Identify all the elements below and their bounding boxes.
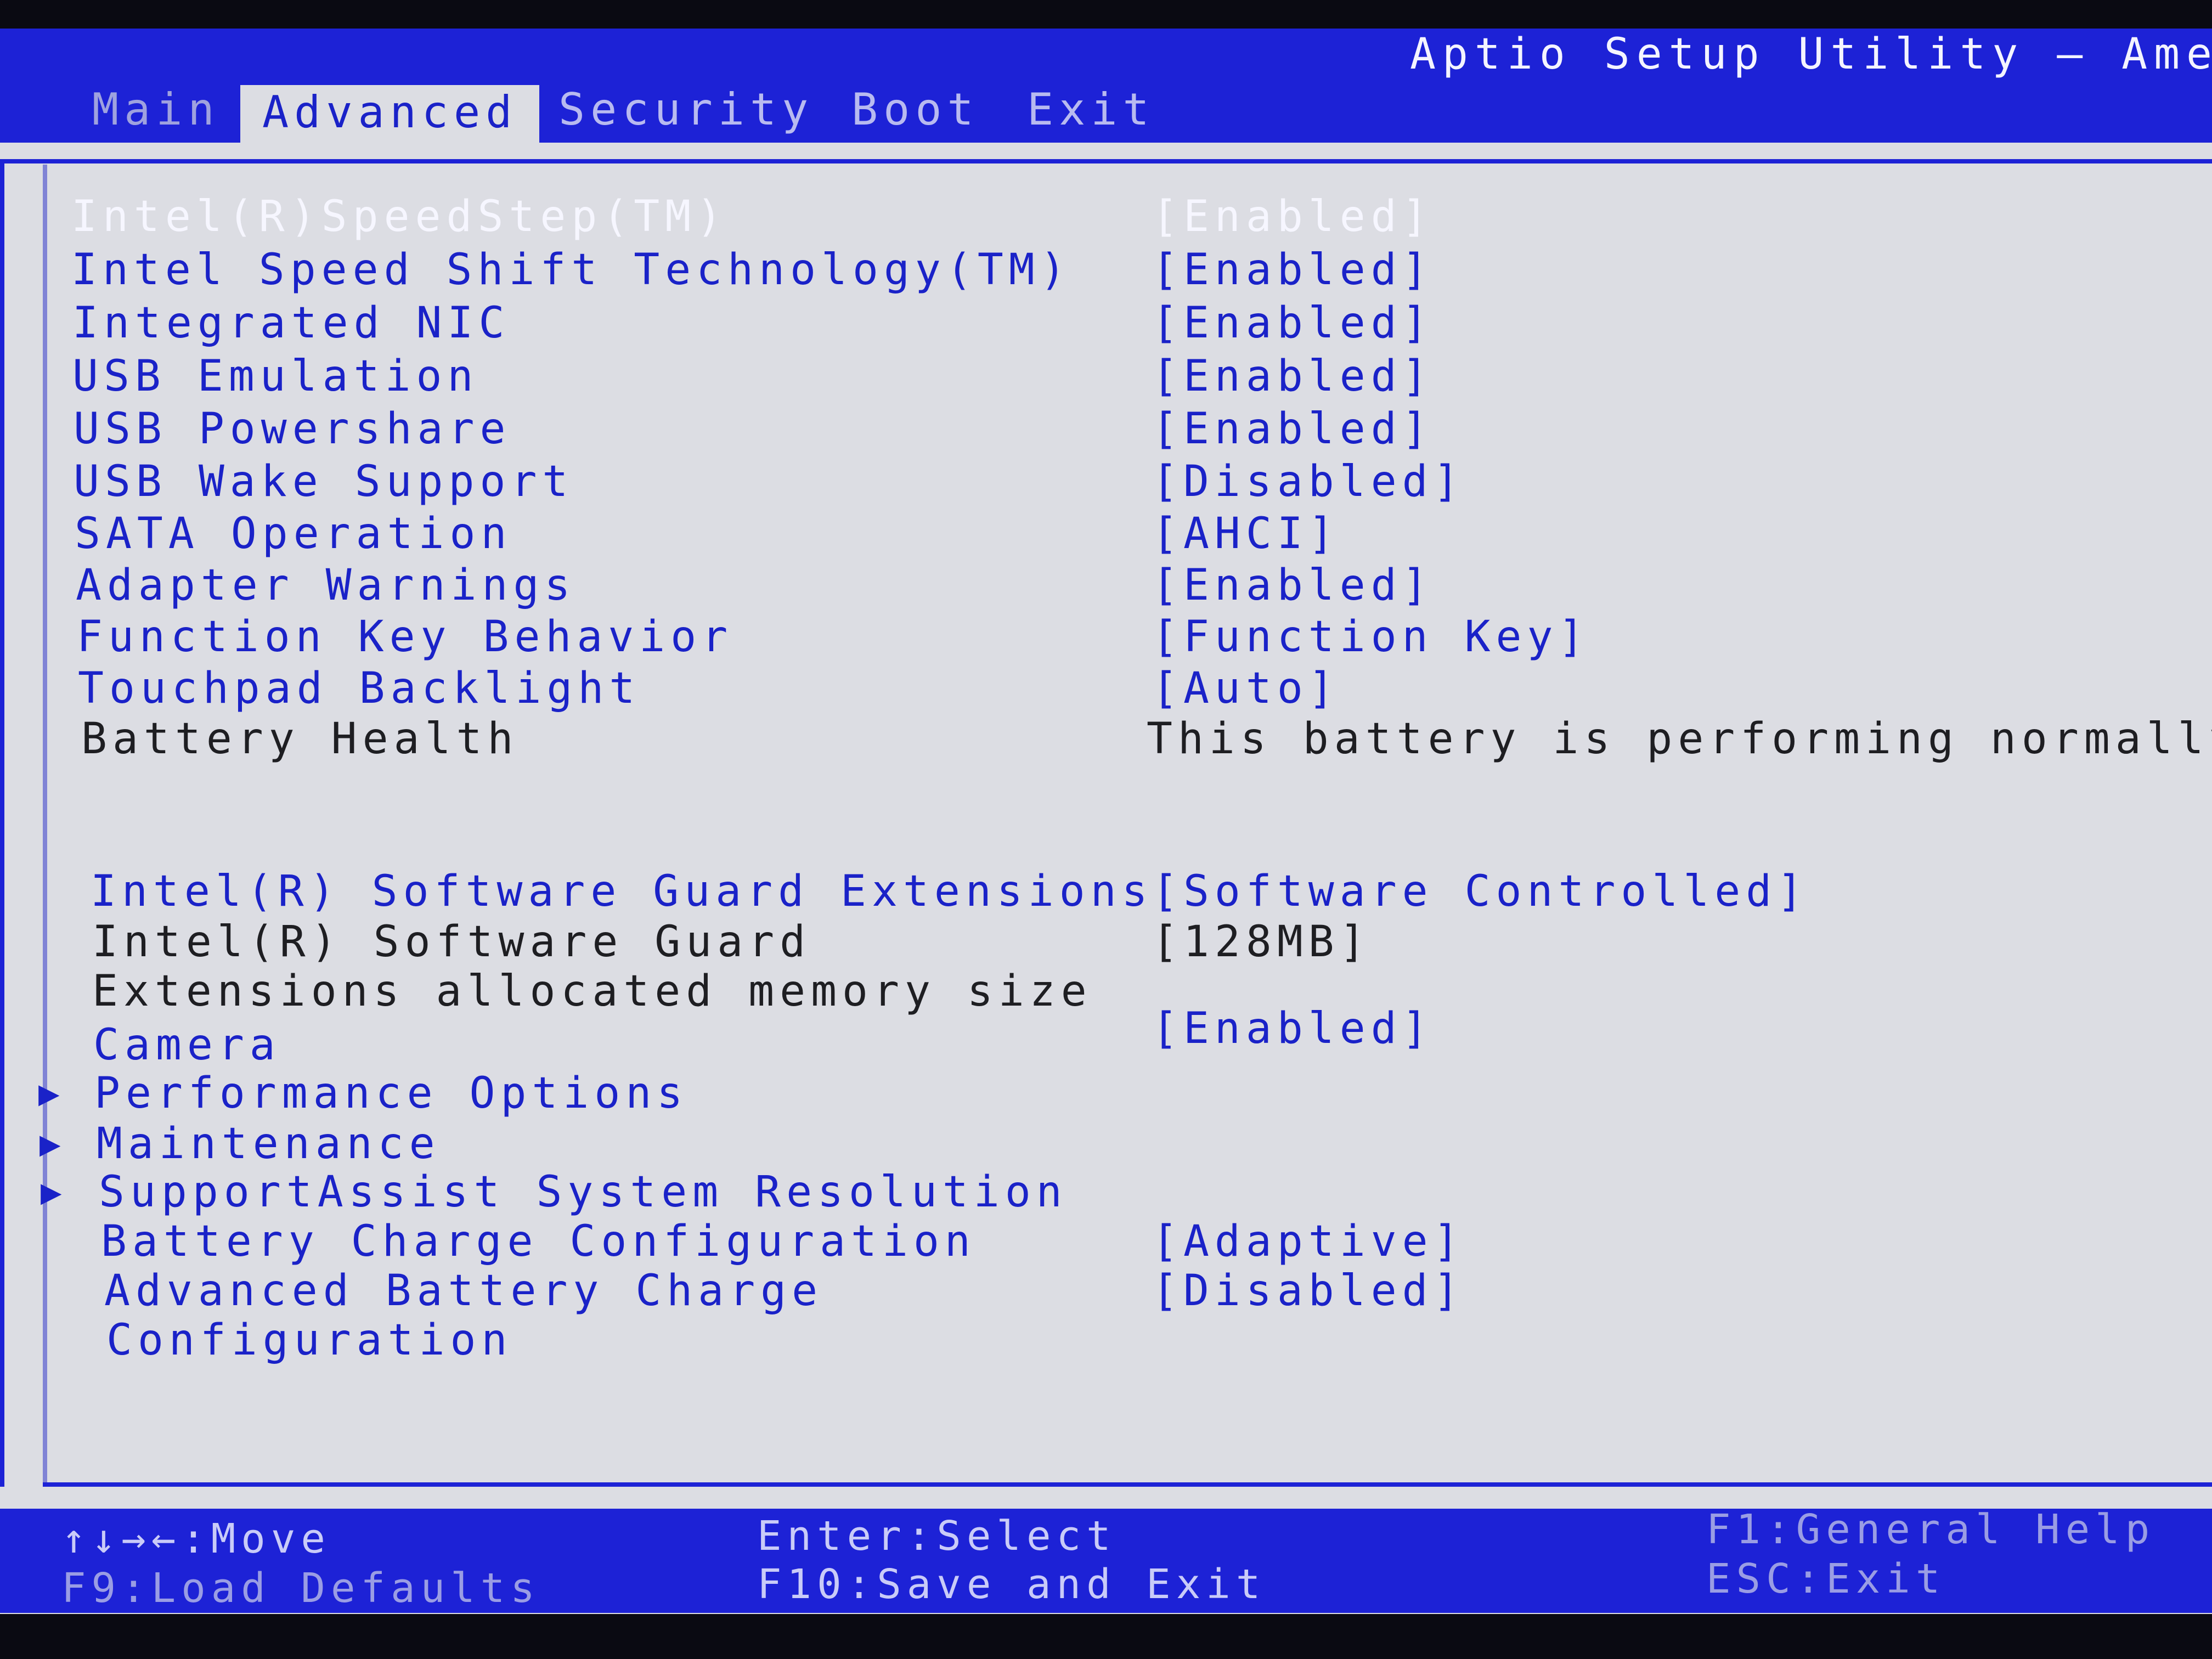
setting-label: Camera [93, 1020, 281, 1070]
setting-row-usb-wake[interactable]: USB Wake Support [Disabled] [0, 457, 2212, 506]
setting-row-touchpad-backlight[interactable]: Touchpad Backlight [Auto] [0, 664, 2212, 713]
hint-select: Enter:Select [757, 1513, 1116, 1560]
setting-label: USB Wake Support [74, 457, 574, 506]
submenu-arrow-icon: ▶ [41, 1172, 62, 1212]
setting-row-sgx[interactable]: Intel(R) Software Guard Extensions [Soft… [0, 867, 2212, 916]
setting-label: Integrated NIC [72, 298, 510, 348]
setting-row-advanced-battery-charge-cont: Configuration [0, 1316, 2212, 1365]
setting-label: Intel(R) Software Guard [92, 917, 811, 967]
setting-value[interactable]: [Disabled] [1152, 1266, 1465, 1316]
hint-load-defaults: F9:Load Defaults [61, 1565, 540, 1612]
setting-label: Battery Health [81, 714, 519, 764]
setting-value[interactable]: [Auto] [1152, 664, 1340, 713]
setting-row-integrated-nic[interactable]: Integrated NIC [Enabled] [0, 298, 2212, 348]
submenu-maintenance[interactable]: ▶ Maintenance [0, 1119, 2212, 1169]
setting-label: Performance Options [94, 1069, 689, 1118]
setting-value[interactable]: [Function Key] [1152, 612, 1589, 662]
setting-value[interactable]: [Enabled] [1152, 352, 1434, 401]
setting-row-sata-operation[interactable]: SATA Operation [AHCI] [0, 509, 2212, 558]
setting-row-function-key[interactable]: Function Key Behavior [Function Key] [0, 612, 2212, 662]
setting-label: SATA Operation [75, 509, 512, 558]
setting-value[interactable]: [Disabled] [1152, 457, 1465, 506]
setting-row-adapter-warnings[interactable]: Adapter Warnings [Enabled] [0, 561, 2212, 610]
setting-row-camera[interactable]: Camera [Enabled] [0, 1004, 2212, 1070]
hint-save-exit: F10:Save and Exit [757, 1561, 1266, 1608]
tab-exit[interactable]: Exit [1027, 82, 1155, 137]
hint-general-help: F1:General Help [1706, 1506, 2155, 1553]
tab-boot[interactable]: Boot [851, 82, 979, 137]
setting-row-usb-powershare[interactable]: USB Powershare [Enabled] [0, 404, 2212, 454]
setting-label: Function Key Behavior [77, 612, 733, 662]
setting-label: Intel Speed Shift Technology(TM) [71, 245, 1071, 295]
setting-label: USB Powershare [74, 404, 511, 454]
setting-value[interactable]: [Enabled] [1152, 298, 1434, 348]
setting-row-speedstep[interactable]: Intel(R)SpeedStep(TM) [Enabled] [0, 192, 2212, 241]
setting-label: Battery Charge Configuration [101, 1217, 976, 1266]
setting-value[interactable]: [Software Controlled] [1152, 867, 1808, 916]
setting-label: Intel(R)SpeedStep(TM) [71, 192, 728, 241]
setting-label: Advanced Battery Charge [104, 1266, 823, 1316]
setting-value[interactable]: [Enabled] [1152, 561, 1434, 610]
setting-label: USB Emulation [72, 352, 479, 401]
setting-row-sgx-memory: Intel(R) Software Guard [128MB] [0, 917, 2212, 967]
setting-row-usb-emulation[interactable]: USB Emulation [Enabled] [0, 352, 2212, 401]
setting-value[interactable]: [Enabled] [1152, 192, 1434, 241]
setting-value[interactable]: [Adaptive] [1152, 1217, 1465, 1266]
panel-border-bottom [43, 1482, 2212, 1487]
tab-main[interactable]: Main [92, 82, 220, 137]
hint-move: ↑↓→←:Move [61, 1515, 331, 1562]
setting-label: Touchpad Backlight [78, 664, 641, 713]
setting-label: Adapter Warnings [76, 561, 576, 610]
setting-value[interactable]: [Enabled] [1152, 245, 1434, 295]
setting-value[interactable]: [Enabled] [1152, 404, 1434, 454]
setting-label: Extensions allocated memory size [92, 967, 1092, 1016]
setting-row-battery-charge-config[interactable]: Battery Charge Configuration [Adaptive] [0, 1217, 2212, 1266]
submenu-performance-options[interactable]: ▶ Performance Options [0, 1069, 2212, 1118]
setting-value: [128MB] [1152, 917, 1371, 967]
setting-value[interactable]: [Enabled] [1152, 1004, 1434, 1053]
tab-advanced[interactable]: Advanced [240, 85, 540, 143]
setting-row-advanced-battery-charge[interactable]: Advanced Battery Charge [Disabled] [0, 1266, 2212, 1316]
setting-row-battery-health: Battery Health This battery is performin… [0, 714, 2212, 764]
setting-label: Configuration [106, 1316, 513, 1365]
setting-label: SupportAssist System Resolution [99, 1167, 1068, 1217]
hint-esc-exit: ESC:Exit [1706, 1555, 1946, 1602]
setting-value: This battery is performing normally [1147, 714, 2212, 764]
submenu-supportassist[interactable]: ▶ SupportAssist System Resolution [0, 1167, 2212, 1217]
submenu-arrow-icon: ▶ [40, 1124, 61, 1164]
setting-label: Maintenance [97, 1119, 441, 1169]
submenu-arrow-icon: ▶ [38, 1073, 60, 1114]
setting-row-speed-shift[interactable]: Intel Speed Shift Technology(TM) [Enable… [0, 245, 2212, 295]
setting-row-sgx-memory-cont: Extensions allocated memory size [0, 967, 2212, 1016]
tab-security[interactable]: Security [558, 82, 814, 137]
setting-value[interactable]: [AHCI] [1152, 509, 1340, 558]
app-title: Aptio Setup Utility – Americ [1410, 30, 2212, 79]
setting-label: Intel(R) Software Guard Extensions [91, 867, 1153, 916]
